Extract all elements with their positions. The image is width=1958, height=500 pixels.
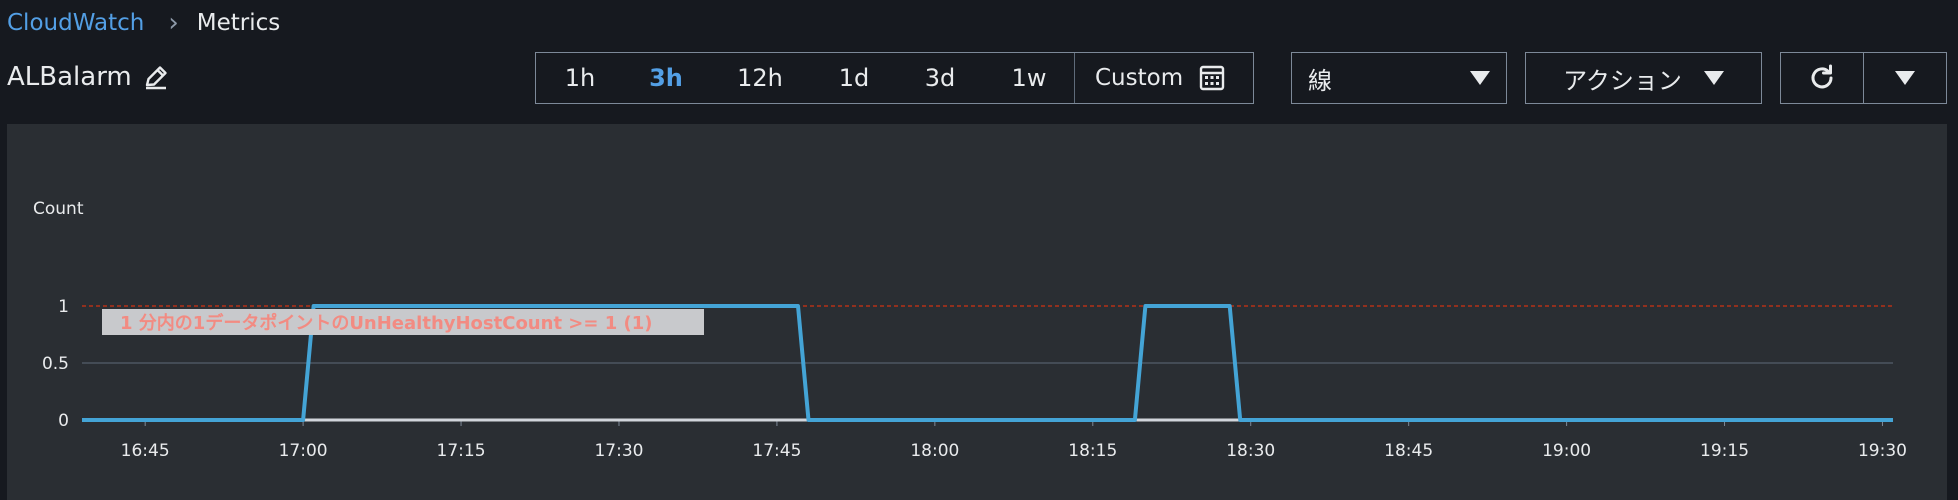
breadcrumb-cloudwatch-link[interactable]: CloudWatch [7,10,144,36]
metric-graph-panel: Count 0 0.5 1 16:45 17:00 17:15 17:30 17:45 18:00… [7,124,1947,500]
breadcrumb-separator-icon: › [168,8,179,38]
y-tick-label: 0 [58,411,69,431]
refresh-icon [1811,64,1833,89]
time-range-1h[interactable]: 1h [536,53,624,103]
x-tick-label: 17:45 [752,441,801,461]
graph-title-row: ALBalarm [7,62,170,92]
time-range-12h[interactable]: 12h [708,53,812,103]
time-range-selector: 1h 3h 12h 1d 3d 1w Custom [535,52,1254,104]
time-range-1d[interactable]: 1d [812,53,896,103]
x-tick-label: 19:00 [1542,441,1591,461]
x-tick-label: 18:45 [1384,441,1433,461]
x-tick-label: 17:30 [594,441,643,461]
y-tick-label: 0.5 [42,354,69,374]
caret-down-icon [1895,71,1915,85]
x-tick-label: 16:45 [121,441,170,461]
caret-down-icon [1703,71,1724,85]
x-tick-label: 18:00 [910,441,959,461]
x-tick-label: 18:15 [1068,441,1117,461]
edit-pencil-icon[interactable] [142,63,170,91]
chart-type-dropdown[interactable]: 線 [1291,52,1507,104]
x-tick-label: 19:15 [1700,441,1749,461]
x-tick-label: 18:30 [1226,441,1275,461]
y-tick-label: 1 [58,297,69,317]
actions-label: アクション [1563,66,1682,95]
x-tick-label: 17:15 [437,441,486,461]
time-range-3d[interactable]: 3d [896,53,984,103]
time-range-1w[interactable]: 1w [984,53,1074,103]
x-tick-label: 17:00 [279,441,328,461]
chart-type-value: 線 [1308,66,1332,95]
refresh-options-button[interactable] [1863,52,1947,104]
threshold-annotation-label: 1 分内の1データポイントのUnHealthyHostCount >= 1 (1… [120,312,653,334]
time-range-3h[interactable]: 3h [624,53,708,103]
metric-line-chart: Count 0 0.5 1 16:45 17:00 17:15 17:30 17:45 18:00… [33,199,1907,461]
actions-dropdown[interactable]: アクション [1525,52,1762,104]
y-axis-label: Count [33,199,84,219]
custom-range-button[interactable]: Custom [1075,65,1225,91]
caret-down-icon [1470,71,1490,85]
refresh-button[interactable] [1780,52,1864,104]
breadcrumb-current: Metrics [196,10,281,36]
breadcrumb: CloudWatch › Metrics [7,8,280,38]
graph-title: ALBalarm [7,62,132,92]
custom-range-label: Custom [1095,65,1184,91]
calendar-icon [1199,65,1225,91]
x-tick-label: 19:30 [1858,441,1907,461]
